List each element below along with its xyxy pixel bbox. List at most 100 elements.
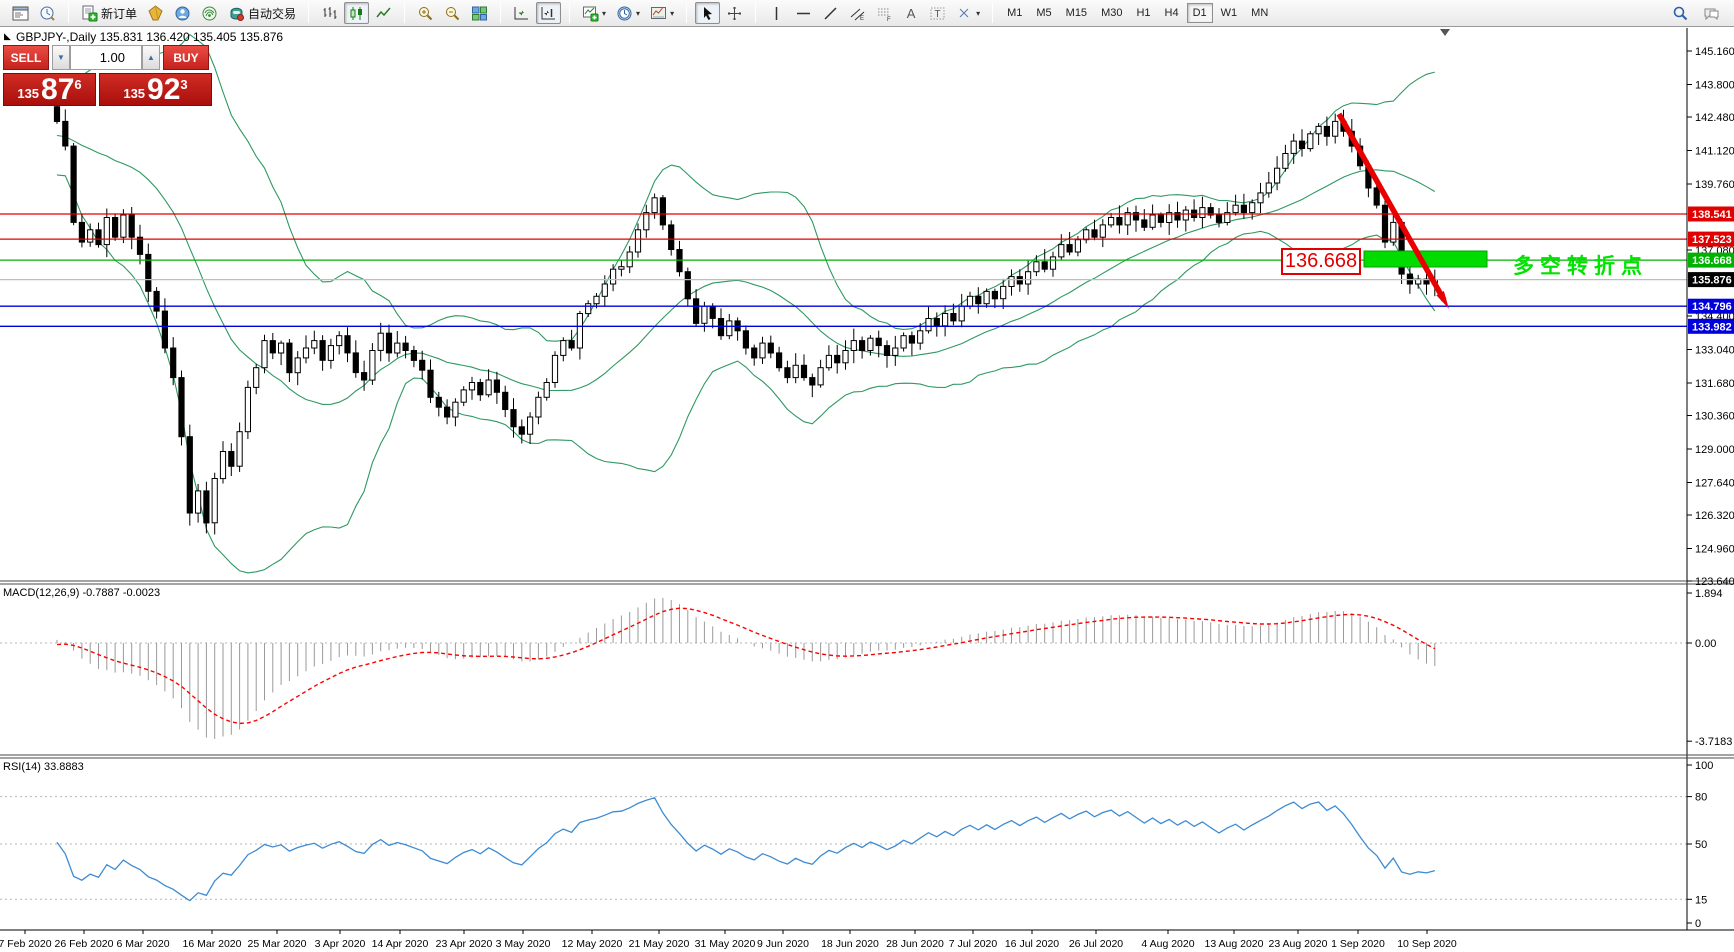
line-chart-icon — [375, 5, 392, 22]
symbol-corner-icon: ◣ — [4, 31, 11, 41]
bid-big-digits: 87 — [41, 73, 75, 106]
svg-text:21 May 2020: 21 May 2020 — [629, 938, 690, 950]
bid-price-box[interactable]: 135 87 6 — [3, 73, 96, 106]
text-label-tool-button[interactable]: T — [925, 2, 950, 24]
svg-text:7 Feb 2020: 7 Feb 2020 — [0, 938, 52, 950]
price-level-callout[interactable]: 136.668 — [1281, 248, 1361, 275]
horizontal-line-tool-button[interactable] — [791, 2, 816, 24]
terminal-button[interactable] — [170, 2, 195, 24]
buy-button[interactable]: BUY — [163, 45, 209, 70]
volume-input[interactable]: 1.00 — [70, 45, 142, 70]
svg-text:50: 50 — [1695, 839, 1707, 851]
timeframe-button-m30[interactable]: M30 — [1095, 3, 1128, 23]
main-toolbar: 新订单 自动交易 ▾ ▾ ▾ E F A T ▾ M1 M5 M15 M30 H… — [0, 0, 1734, 27]
timeframe-button-mn[interactable]: MN — [1245, 3, 1274, 23]
line-chart-button[interactable] — [371, 2, 396, 24]
bar-chart-icon — [321, 5, 338, 22]
svg-text:134.796: 134.796 — [1692, 301, 1732, 313]
svg-text:3 Apr 2020: 3 Apr 2020 — [315, 938, 366, 950]
pane-splitter-rsi[interactable] — [0, 753, 1734, 758]
auto-scroll-button[interactable] — [509, 2, 534, 24]
timeframe-button-m1[interactable]: M1 — [1001, 3, 1028, 23]
candlestick-chart-button[interactable] — [344, 2, 370, 24]
arrows-icon — [956, 5, 973, 22]
periods-button[interactable]: ▾ — [612, 2, 644, 24]
sell-button[interactable]: SELL — [3, 45, 49, 70]
chart-canvas[interactable]: 145.160 143.800 142.480 141.120 139.760 137.0… — [0, 0, 1734, 952]
chart-window-button[interactable] — [8, 2, 33, 24]
svg-text:1 Sep 2020: 1 Sep 2020 — [1331, 938, 1385, 950]
zoom-in-icon — [417, 5, 434, 22]
arrows-tool-button[interactable]: ▾ — [952, 2, 984, 24]
zoom-in-button[interactable] — [413, 2, 438, 24]
toolbar-separator — [68, 3, 69, 23]
svg-text:100: 100 — [1695, 760, 1713, 772]
svg-text:-3.7183: -3.7183 — [1695, 736, 1732, 748]
toolbar-separator — [404, 3, 406, 23]
pane-splitter-macd[interactable] — [0, 579, 1734, 584]
svg-text:7 Jul 2020: 7 Jul 2020 — [949, 938, 998, 950]
timeframe-button-w1[interactable]: W1 — [1215, 3, 1244, 23]
bid-prefix: 135 — [17, 86, 40, 101]
strategy-tester-button[interactable] — [197, 2, 222, 24]
terminal-icon — [174, 5, 191, 22]
volume-increase-button[interactable]: ▲ — [142, 45, 160, 70]
fibonacci-tool-button[interactable]: F — [872, 2, 897, 24]
svg-text:136.668: 136.668 — [1692, 255, 1732, 267]
timeframe-button-m15[interactable]: M15 — [1060, 3, 1093, 23]
trendline-tool-button[interactable] — [818, 2, 843, 24]
svg-text:23 Apr 2020: 23 Apr 2020 — [436, 938, 493, 950]
volume-decrease-button[interactable]: ▼ — [52, 45, 70, 70]
svg-text:28 Jun 2020: 28 Jun 2020 — [886, 938, 944, 950]
svg-text:127.640: 127.640 — [1695, 478, 1734, 490]
svg-text:126.320: 126.320 — [1695, 510, 1734, 522]
ask-price-box[interactable]: 135 92 3 — [99, 73, 212, 106]
text-tool-button[interactable]: A — [899, 2, 923, 24]
svg-text:1.894: 1.894 — [1695, 588, 1723, 600]
svg-text:16 Jul 2020: 16 Jul 2020 — [1005, 938, 1059, 950]
auto-trading-label: 自动交易 — [248, 6, 297, 21]
metaeditor-button[interactable] — [143, 2, 168, 24]
timeframe-button-m5[interactable]: M5 — [1030, 3, 1057, 23]
channel-icon: E — [849, 5, 866, 22]
tile-windows-button[interactable] — [467, 2, 492, 24]
tick-chart-button[interactable] — [35, 2, 60, 24]
chat-icon — [1703, 5, 1720, 22]
macd-label: MACD(12,26,9) -0.7887 -0.0023 — [3, 587, 160, 599]
arrows-dropdown-arrow: ▾ — [976, 8, 981, 18]
timeframe-button-h1[interactable]: H1 — [1130, 3, 1156, 23]
templates-dropdown-arrow: ▾ — [670, 8, 675, 18]
timeframe-button-d1[interactable]: D1 — [1186, 3, 1213, 23]
indicators-icon — [582, 5, 599, 22]
chat-button[interactable] — [1699, 2, 1724, 24]
vertical-line-tool-button[interactable] — [764, 2, 789, 24]
svg-text:10 Sep 2020: 10 Sep 2020 — [1397, 938, 1457, 950]
svg-text:0: 0 — [1695, 918, 1701, 930]
new-order-button[interactable]: 新订单 — [77, 2, 141, 24]
zoom-out-button[interactable] — [440, 2, 465, 24]
new-order-label: 新订单 — [101, 6, 138, 21]
strategy-tester-icon — [201, 5, 218, 22]
chart-title-symbol: GBPJPY-,Daily — [16, 30, 97, 44]
svg-text:9 Jun 2020: 9 Jun 2020 — [757, 938, 809, 950]
cursor-tool-button[interactable] — [695, 2, 721, 24]
pivot-note-text[interactable]: 多空转折点 — [1513, 250, 1648, 280]
rsi-label: RSI(14) 33.8883 — [3, 761, 84, 773]
crosshair-tool-button[interactable] — [722, 2, 747, 24]
indicators-button[interactable]: ▾ — [578, 2, 610, 24]
timeframe-button-h4[interactable]: H4 — [1159, 3, 1185, 23]
templates-button[interactable]: ▾ — [646, 2, 678, 24]
search-button[interactable] — [1668, 2, 1693, 24]
channel-tool-button[interactable]: E — [845, 2, 870, 24]
svg-text:16 Mar 2020: 16 Mar 2020 — [183, 938, 242, 950]
svg-text:4 Aug 2020: 4 Aug 2020 — [1141, 938, 1194, 950]
chart-shift-button[interactable] — [536, 2, 562, 24]
toolbar-separator — [755, 3, 757, 23]
svg-text:15: 15 — [1695, 894, 1707, 906]
svg-text:135.876: 135.876 — [1692, 275, 1732, 287]
metaeditor-icon — [147, 4, 164, 22]
tile-windows-icon — [471, 5, 488, 22]
templates-icon — [650, 5, 667, 22]
auto-trading-button[interactable]: 自动交易 — [224, 2, 300, 24]
bar-chart-button[interactable] — [317, 2, 342, 24]
